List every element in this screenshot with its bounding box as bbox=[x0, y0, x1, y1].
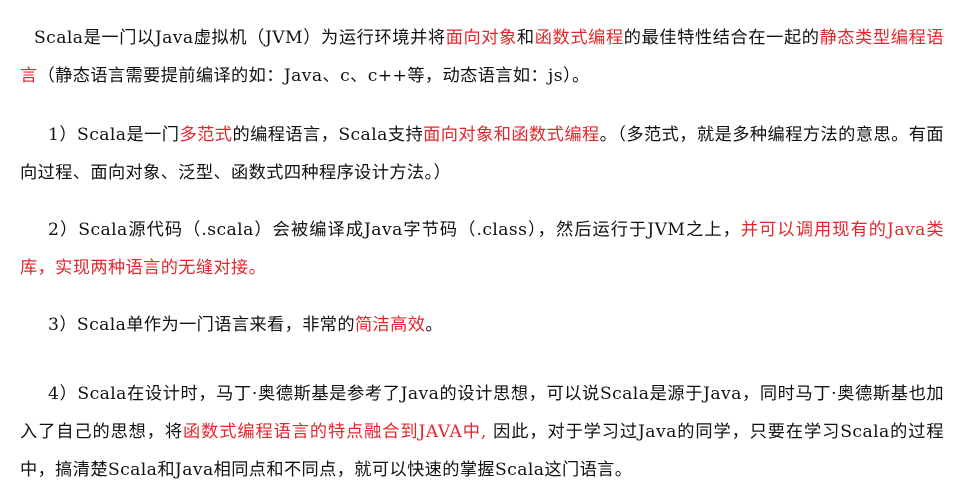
point-1-paragraph: 1）Scala是一门多范式的编程语言，Scala支持面向对象和函数式编程。（多范… bbox=[20, 116, 944, 192]
intro-highlight-oop: 面向对象 bbox=[445, 28, 517, 49]
intro-text-2: 和 bbox=[516, 28, 535, 49]
point-2-text-1: 2）Scala源代码（.scala）会被编译成Java字节码（.class），然… bbox=[48, 220, 741, 241]
point-2-paragraph: 2）Scala源代码（.scala）会被编译成Java字节码（.class），然… bbox=[20, 211, 944, 287]
point-4-paragraph: 4）Scala在设计时，马丁·奥德斯基是参考了Java的设计思想，可以说Scal… bbox=[20, 375, 944, 489]
point-3-text-1: 3）Scala单作为一门语言来看，非常的 bbox=[48, 315, 355, 336]
point-3-highlight-concise: 简洁高效 bbox=[354, 315, 426, 336]
point-1-highlight-oop-fp: 面向对象和函数式编程 bbox=[423, 125, 600, 146]
intro-text-1: Scala是一门以Java虚拟机（JVM）为运行环境并将 bbox=[34, 28, 446, 49]
point-3-paragraph: 3）Scala单作为一门语言来看，非常的简洁高效。 bbox=[20, 306, 944, 344]
point-1-highlight-multiparadigm: 多范式 bbox=[179, 125, 233, 146]
point-1-text-2: 的编程语言，Scala支持 bbox=[232, 125, 424, 146]
point-3-text-2: 。 bbox=[425, 315, 443, 336]
intro-highlight-fp: 函数式编程 bbox=[534, 28, 624, 49]
intro-text-3: 的最佳特性结合在一起的 bbox=[623, 28, 820, 49]
point-1-text-1: 1）Scala是一门 bbox=[48, 125, 180, 146]
point-4-highlight-fp-into-java: 函数式编程语言的特点融合到JAVA中, bbox=[183, 422, 487, 443]
intro-paragraph: Scala是一门以Java虚拟机（JVM）为运行环境并将面向对象和函数式编程的最… bbox=[20, 19, 944, 95]
document-page: Scala是一门以Java虚拟机（JVM）为运行环境并将面向对象和函数式编程的最… bbox=[0, 0, 964, 484]
intro-text-4: （静态语言需要提前编译的如：Java、c、c++等，动态语言如：js）。 bbox=[37, 66, 590, 87]
